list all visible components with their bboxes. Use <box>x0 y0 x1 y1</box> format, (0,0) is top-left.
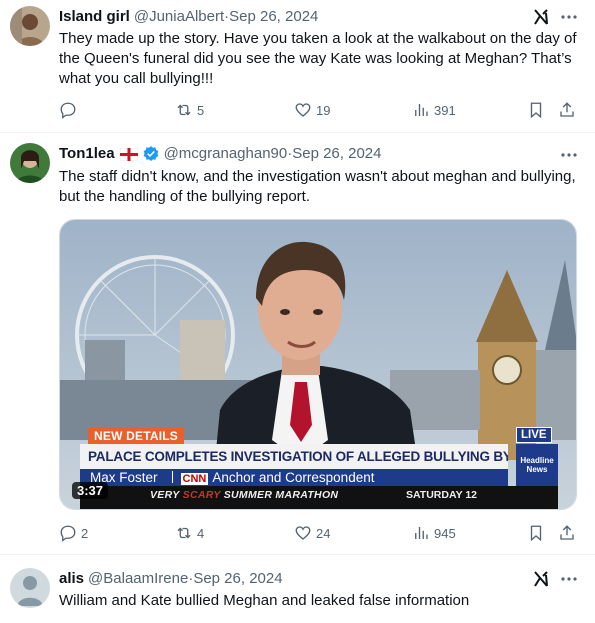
repost-icon <box>177 104 191 116</box>
repost-count: 4 <box>197 525 205 541</box>
avatar[interactable] <box>10 568 50 608</box>
grok-icon[interactable] <box>531 7 551 27</box>
bookmark-icon <box>530 102 542 119</box>
reply-icon <box>60 102 76 119</box>
more-icon[interactable] <box>559 145 579 165</box>
ticker-rest: SUMMER MARATHON <box>220 489 339 501</box>
tweet-1[interactable]: Island girl @JuniaAlbert · Sep 26, 2024 … <box>0 0 595 132</box>
hln-line-1: Headline <box>520 456 554 465</box>
views-icon <box>415 104 428 116</box>
cnn-logo: CNN <box>180 473 209 485</box>
share-icon <box>560 102 574 117</box>
chyron-name-line: Max Foster CNN Anchor and Correspondent <box>80 469 508 486</box>
ticker-bar: VERY SCARY SUMMER MARATHON SATURDAY 12 <box>80 486 558 509</box>
repost-count: 5 <box>197 102 205 118</box>
bookmark-icon <box>530 525 542 542</box>
headline-news-logo: Headline News <box>516 444 558 486</box>
anchor-role: Anchor and Correspondent <box>212 470 375 485</box>
reply-count: 2 <box>81 525 89 541</box>
action-bar: 5 19 391 <box>59 100 581 120</box>
verified-badge-icon[interactable] <box>142 145 160 163</box>
ticker-text: VERY SCARY SUMMER MARATHON <box>150 486 338 504</box>
like-button[interactable]: 24 <box>294 523 330 543</box>
live-badge: LIVE <box>516 427 552 443</box>
england-flag-icon <box>119 147 138 161</box>
like-count: 19 <box>316 102 331 118</box>
bookmark-button[interactable] <box>527 100 545 120</box>
views-button[interactable]: 391 <box>412 100 456 120</box>
display-name[interactable]: alis <box>59 569 84 589</box>
share-button[interactable] <box>558 100 576 120</box>
chyron-headline: PALACE COMPLETES INVESTIGATION OF ALLEGE… <box>80 444 508 469</box>
tweet-text: William and Kate bullied Meghan and leak… <box>59 592 470 609</box>
ticker-scary: SCARY <box>182 489 221 501</box>
views-button[interactable]: 945 <box>412 523 456 543</box>
avatar[interactable] <box>10 6 50 46</box>
video-player[interactable]: NEW DETAILS PALACE COMPLETES INVESTIGATI… <box>59 219 577 510</box>
ticker-date: SATURDAY 12 <box>406 489 477 501</box>
avatar[interactable] <box>10 143 50 183</box>
timestamp[interactable]: Sep 26, 2024 <box>292 144 381 164</box>
reply-button[interactable]: 2 <box>59 523 88 543</box>
like-icon <box>295 526 311 540</box>
share-button[interactable] <box>558 523 576 543</box>
tweet-header: Ton1lea @mcgranaghan90 · Sep 26, 2024 <box>59 144 381 164</box>
tweet-text: The staff didn't know, and the investiga… <box>59 168 576 205</box>
chyron-divider <box>171 471 173 483</box>
like-button[interactable]: 19 <box>294 100 330 120</box>
bookmark-button[interactable] <box>527 523 545 543</box>
views-icon <box>415 527 428 539</box>
handle[interactable]: @JuniaAlbert <box>134 7 224 27</box>
views-count: 391 <box>434 102 456 118</box>
share-icon <box>560 525 574 540</box>
tweet-header: Island girl @JuniaAlbert · Sep 26, 2024 <box>59 7 318 27</box>
like-count: 24 <box>316 525 331 541</box>
more-icon[interactable] <box>559 7 579 27</box>
grok-icon[interactable] <box>531 569 551 589</box>
new-details-label: NEW DETAILS <box>88 428 184 444</box>
tweet-text: They made up the story. Have you taken a… <box>59 30 577 87</box>
handle[interactable]: @mcgranaghan90 <box>164 144 288 164</box>
tweet-header: alis @BalaamIrene · Sep 26, 2024 <box>59 569 283 589</box>
repost-button[interactable]: 4 <box>175 523 204 543</box>
views-count: 945 <box>434 525 456 541</box>
like-icon <box>295 103 311 117</box>
timestamp[interactable]: Sep 26, 2024 <box>193 569 282 589</box>
handle[interactable]: @BalaamIrene <box>88 569 188 589</box>
timestamp[interactable]: Sep 26, 2024 <box>229 7 318 27</box>
display-name[interactable]: Ton1lea <box>59 144 115 164</box>
tweet-3[interactable]: alis @BalaamIrene · Sep 26, 2024 William… <box>0 555 595 623</box>
repost-button[interactable]: 5 <box>175 100 204 120</box>
reply-icon <box>60 525 76 542</box>
reply-button[interactable] <box>59 100 81 120</box>
hln-line-2: News <box>526 465 548 474</box>
video-duration: 3:37 <box>72 482 109 499</box>
display-name[interactable]: Island girl <box>59 7 130 27</box>
action-bar: 2 4 24 945 <box>59 523 581 543</box>
repost-icon <box>177 527 191 539</box>
ticker-very: VERY <box>150 489 183 501</box>
more-icon[interactable] <box>559 569 579 589</box>
